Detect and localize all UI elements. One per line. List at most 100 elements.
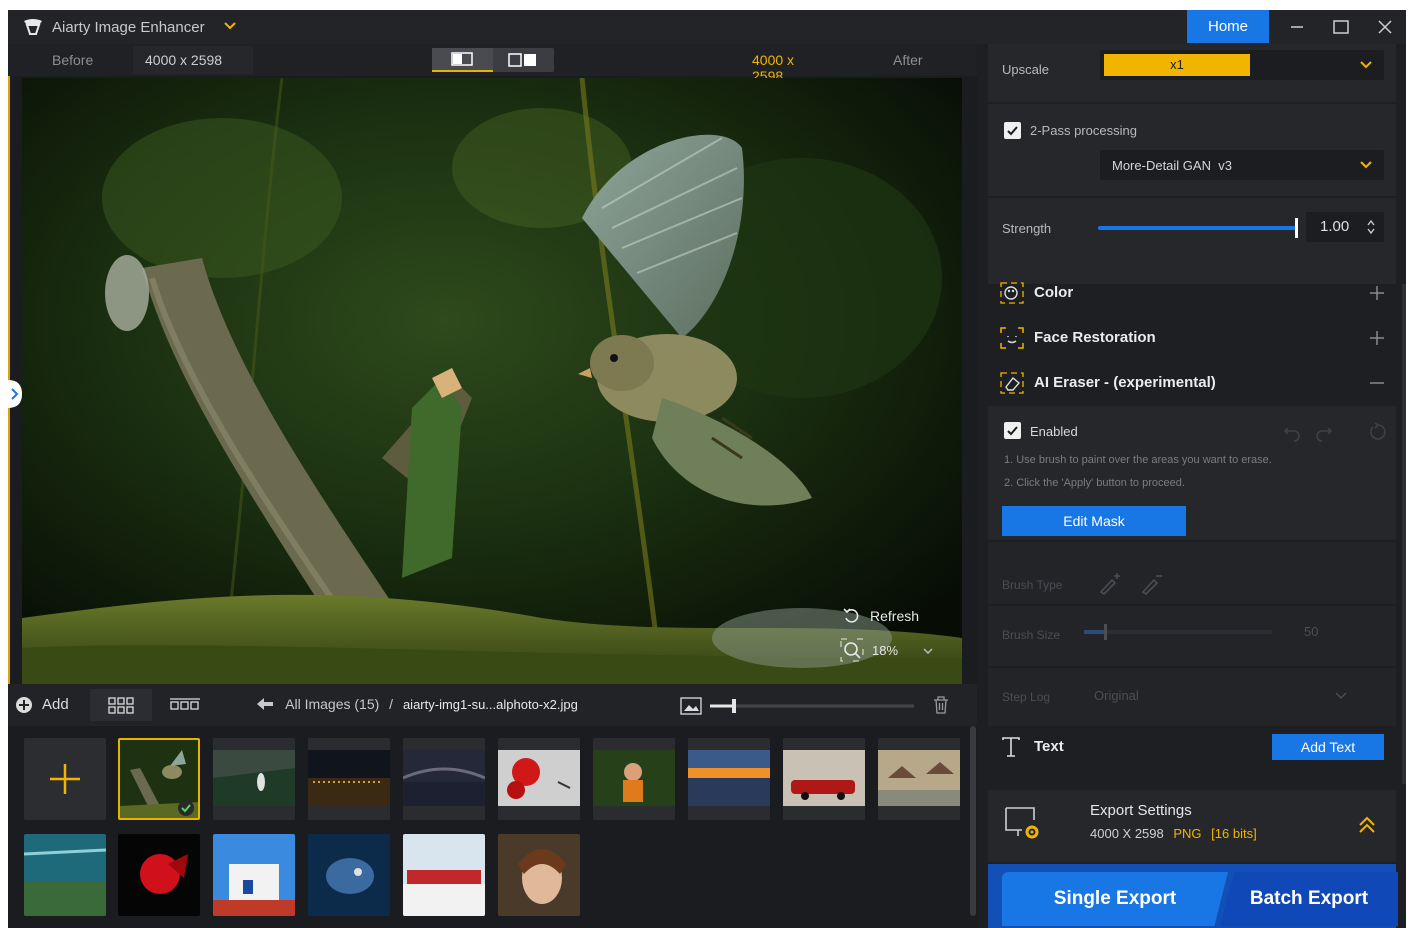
chevron-down-icon bbox=[1360, 61, 1372, 69]
chevron-down-icon[interactable] bbox=[922, 645, 934, 657]
refresh-icon bbox=[843, 608, 859, 623]
plus-icon bbox=[50, 764, 80, 794]
gallery-scrollbar[interactable] bbox=[970, 726, 976, 916]
thumbnail-image bbox=[213, 738, 295, 820]
edit-mask-button[interactable]: Edit Mask bbox=[1002, 506, 1186, 536]
brush-settings-disabled: Brush Type Brush Size 50 bbox=[988, 542, 1396, 666]
close-icon[interactable] bbox=[1374, 16, 1396, 38]
export-settings-title: Export Settings bbox=[1090, 802, 1192, 819]
maximize-icon[interactable] bbox=[1330, 16, 1352, 38]
brush-type-label: Brush Type bbox=[1002, 578, 1063, 592]
gallery-toolbar: Add All Images (15) / aiarty-img1-su...a… bbox=[8, 684, 977, 726]
zoom-control[interactable]: 18% bbox=[840, 638, 950, 664]
redo-icon[interactable] bbox=[1314, 422, 1334, 442]
thumbnail-image bbox=[688, 738, 770, 820]
export-settings[interactable]: Export Settings 4000 X 2598 PNG [16 bits… bbox=[988, 790, 1396, 862]
two-pass-checkbox[interactable] bbox=[1004, 122, 1021, 139]
before-dimensions: 4000 x 2598 bbox=[133, 46, 253, 74]
spin-arrows-icon[interactable] bbox=[1366, 217, 1376, 237]
thumbnail-sunset[interactable] bbox=[688, 738, 770, 820]
thumbnail-size-slider[interactable] bbox=[680, 696, 920, 716]
thumbnail-child[interactable] bbox=[593, 738, 675, 820]
batch-export-button[interactable]: Batch Export bbox=[1220, 872, 1398, 926]
home-button[interactable]: Home bbox=[1187, 10, 1269, 43]
thumbnail-pufferfish[interactable] bbox=[308, 834, 390, 916]
thumbnail-image bbox=[783, 738, 865, 820]
thumbnail-portrait[interactable] bbox=[498, 834, 580, 916]
minimize-icon[interactable] bbox=[1286, 16, 1308, 38]
thumbnail-city-night[interactable] bbox=[308, 738, 390, 820]
divider bbox=[988, 196, 1396, 198]
split-view-button[interactable] bbox=[493, 48, 554, 72]
thumbnail-red-fish[interactable] bbox=[118, 834, 200, 916]
thumbnail-red-train[interactable] bbox=[403, 834, 485, 916]
export-settings-icon bbox=[1005, 807, 1039, 839]
title-bar: Aiarty Image Enhancer Home bbox=[8, 10, 1406, 44]
breadcrumb-separator: / bbox=[389, 696, 394, 712]
filmstrip-view-button[interactable] bbox=[154, 689, 216, 721]
reset-icon[interactable] bbox=[1368, 422, 1388, 442]
brush-size-spinbox[interactable]: 50 bbox=[1284, 618, 1358, 646]
thumbnail-white-house[interactable] bbox=[213, 834, 295, 916]
strength-slider[interactable] bbox=[1098, 226, 1298, 230]
thumbnail-image bbox=[403, 738, 485, 820]
add-image-tile[interactable] bbox=[24, 738, 106, 820]
face-scan-icon bbox=[1000, 327, 1024, 349]
model-select[interactable]: More-Detail GAN v3 bbox=[1100, 150, 1384, 180]
step-log-select[interactable]: Original bbox=[1082, 682, 1358, 710]
add-images-button[interactable]: Add bbox=[14, 694, 84, 716]
export-dimensions: 4000 X 2598 bbox=[1090, 826, 1164, 841]
strength-slider-handle[interactable] bbox=[1295, 218, 1298, 238]
thumbnail-red-car[interactable] bbox=[783, 738, 865, 820]
undo-icon[interactable] bbox=[1282, 422, 1302, 442]
thumbnail-red-flowers[interactable] bbox=[498, 738, 580, 820]
plus-icon[interactable] bbox=[1368, 284, 1386, 302]
thumbnail-bridge[interactable] bbox=[403, 738, 485, 820]
thumbnail-heron[interactable] bbox=[213, 738, 295, 820]
strength-spinbox[interactable]: 1.00 bbox=[1306, 212, 1384, 242]
divider bbox=[988, 102, 1396, 104]
image-size-icon bbox=[680, 697, 702, 715]
thumbnail-image bbox=[498, 834, 580, 916]
thumbnail-village[interactable] bbox=[878, 738, 960, 820]
face-restoration-section-header[interactable]: Face Restoration bbox=[988, 315, 1396, 359]
thumbnail-image bbox=[308, 834, 390, 916]
thumbnail-underwater[interactable] bbox=[24, 834, 106, 916]
preview-area: Before 4000 x 2598 4000 x 2598 After Ref… bbox=[8, 44, 977, 928]
divider bbox=[988, 604, 1396, 606]
minus-icon[interactable] bbox=[1368, 374, 1386, 392]
breadcrumb-all-images[interactable]: All Images (15) bbox=[285, 696, 379, 712]
preview-image[interactable] bbox=[22, 78, 962, 684]
chevron-down-icon[interactable] bbox=[222, 18, 238, 34]
eraser-enabled-checkbox[interactable] bbox=[1004, 422, 1021, 439]
settings-scrollbar[interactable] bbox=[1402, 284, 1406, 784]
ai-eraser-title: AI Eraser - (experimental) bbox=[1034, 374, 1216, 391]
collapse-panel-icon[interactable] bbox=[8, 380, 22, 408]
color-section-title: Color bbox=[1034, 284, 1074, 301]
slider-track[interactable] bbox=[710, 697, 920, 715]
add-text-button[interactable]: Add Text bbox=[1272, 734, 1384, 760]
app-logo-icon bbox=[24, 19, 42, 35]
brush-size-slider[interactable] bbox=[1084, 624, 1274, 640]
grid-view-button[interactable] bbox=[90, 689, 152, 721]
step-log-value: Original bbox=[1094, 688, 1139, 703]
two-pass-label: 2-Pass processing bbox=[1030, 123, 1137, 138]
upscale-select[interactable]: x1 bbox=[1100, 50, 1384, 80]
strength-label: Strength bbox=[1002, 221, 1052, 236]
brush-subtract-icon[interactable] bbox=[1140, 572, 1166, 596]
single-view-button[interactable] bbox=[432, 48, 493, 72]
before-label: Before bbox=[52, 52, 94, 68]
double-chevron-up-icon[interactable] bbox=[1356, 814, 1378, 836]
trash-icon[interactable] bbox=[930, 694, 952, 716]
thumbnail-bird[interactable] bbox=[118, 738, 200, 820]
plus-icon[interactable] bbox=[1368, 329, 1386, 347]
color-section-header[interactable]: Color bbox=[988, 270, 1396, 314]
compare-bar: Before 4000 x 2598 4000 x 2598 After bbox=[8, 44, 977, 84]
back-arrow-icon[interactable] bbox=[256, 697, 274, 711]
breadcrumb: All Images (15) / aiarty-img1-su...alpho… bbox=[256, 696, 578, 712]
ai-eraser-section-header[interactable]: AI Eraser - (experimental) bbox=[988, 360, 1396, 404]
single-export-button[interactable]: Single Export bbox=[1002, 872, 1228, 926]
refresh-button[interactable]: Refresh bbox=[840, 604, 950, 630]
eraser-note-2: 2. Click the 'Apply' button to proceed. bbox=[1004, 477, 1185, 489]
brush-add-icon[interactable] bbox=[1098, 572, 1124, 596]
